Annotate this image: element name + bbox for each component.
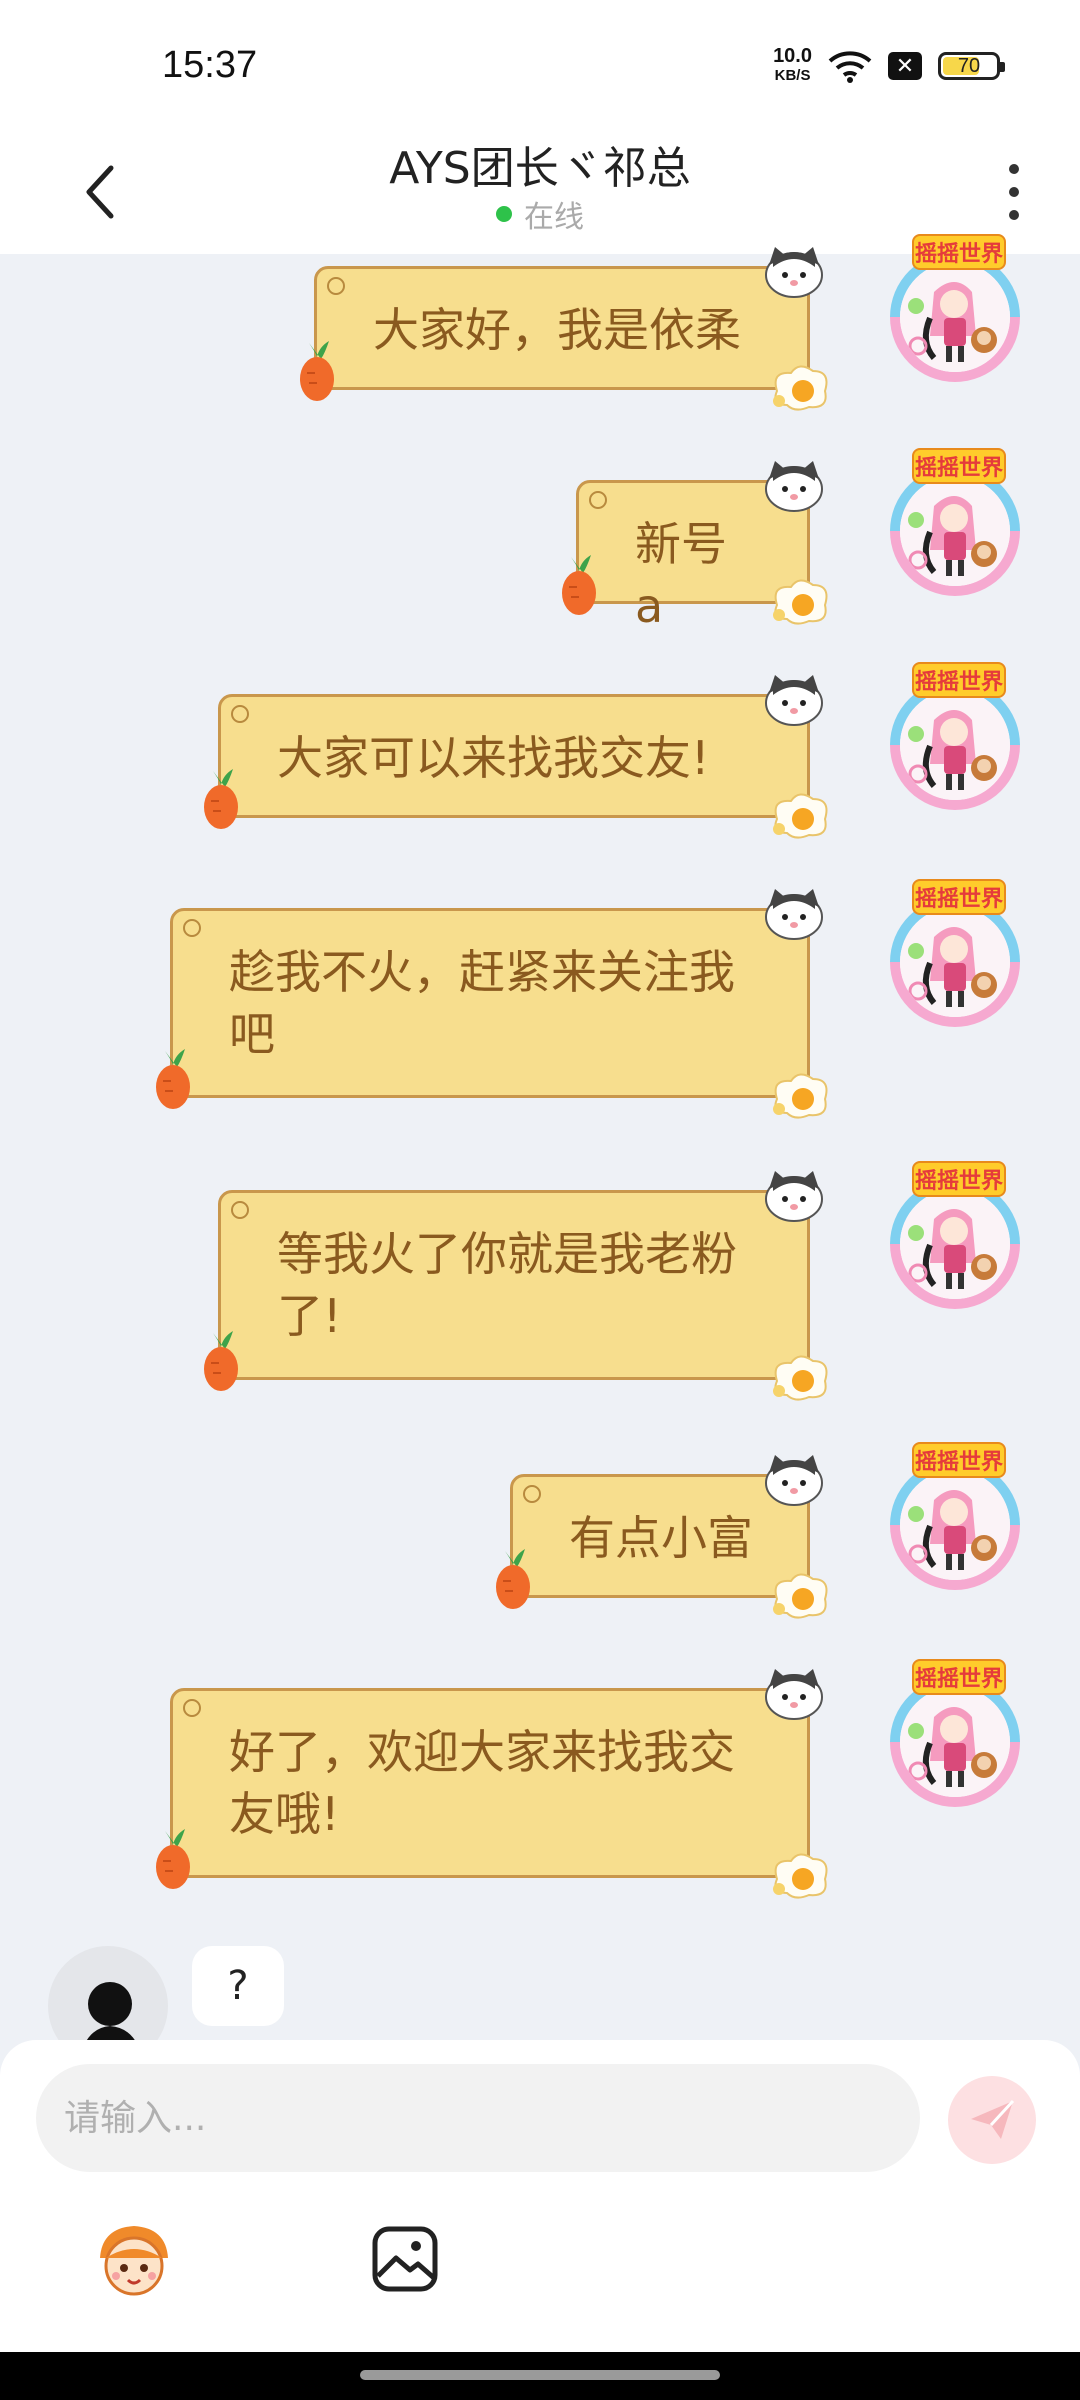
avatar-badge: 摇摇世界 (912, 1161, 1006, 1197)
message-text: 好了，欢迎大家来找我交友哦! (229, 1725, 735, 1841)
cat-sticker-icon (765, 461, 823, 512)
message-bubble[interactable]: 有点小富 (496, 1455, 828, 1619)
avatar-badge: 摇摇世界 (912, 1442, 1006, 1478)
user-avatar[interactable]: 摇摇世界 (890, 234, 1020, 382)
avatar-image (900, 907, 1010, 1017)
egg-sticker-icon (773, 365, 828, 411)
send-button[interactable] (948, 2076, 1036, 2164)
bubble-pin-icon (523, 1485, 541, 1503)
send-icon (971, 2099, 1015, 2139)
bubble-pin-icon (231, 705, 249, 723)
cat-sticker-icon (765, 1171, 823, 1222)
system-nav-bar (0, 2352, 1080, 2400)
battery-icon: 70 (938, 52, 1005, 80)
message-input[interactable] (36, 2064, 920, 2172)
user-avatar[interactable]: 摇摇世界 (890, 1659, 1020, 1807)
egg-sticker-icon (773, 1355, 828, 1401)
message-bubble[interactable]: 大家可以来找我交友! (204, 675, 828, 839)
user-avatar[interactable]: 摇摇世界 (890, 879, 1020, 1027)
message-bubble[interactable]: 好了，欢迎大家来找我交友哦! (156, 1669, 828, 1899)
bubble-pin-icon (327, 277, 345, 295)
network-speed: 10.0 KB/S (773, 46, 812, 86)
egg-sticker-icon (773, 579, 828, 625)
user-avatar[interactable]: 摇摇世界 (890, 662, 1020, 810)
egg-sticker-icon (773, 793, 828, 839)
message-text: 大家可以来找我交友! (277, 731, 710, 785)
status-bar: 15:37 10.0 KB/S ✕ 70 (0, 0, 1080, 130)
anime-girl-avatar-icon (900, 1189, 1010, 1299)
avatar-image (900, 690, 1010, 800)
cat-sticker-icon (765, 1669, 823, 1720)
avatar-image (900, 476, 1010, 586)
anime-girl-avatar-icon (900, 690, 1010, 800)
online-status-label: 在线 (524, 200, 584, 235)
anime-girl-avatar-icon (900, 907, 1010, 1017)
message-bubble[interactable]: 趁我不火，赶紧来关注我吧 (156, 889, 828, 1119)
egg-sticker-icon (773, 1073, 828, 1119)
cat-sticker-icon (765, 247, 823, 298)
wifi-icon (828, 51, 872, 83)
incoming-message[interactable]: ? (192, 1946, 284, 2026)
message-text: 等我火了你就是我老粉了! (277, 1227, 737, 1343)
network-speed-value: 10.0 (773, 45, 812, 67)
online-status: 在线 (0, 192, 1080, 236)
message-bubble[interactable]: 新号a (562, 461, 828, 633)
egg-sticker-icon (773, 1853, 828, 1899)
cat-sticker-icon (765, 889, 823, 940)
anime-girl-avatar-icon (900, 1687, 1010, 1797)
user-avatar[interactable]: 摇摇世界 (890, 1442, 1020, 1590)
avatar-image (900, 1189, 1010, 1299)
message-text: 有点小富 (569, 1511, 753, 1565)
avatar-badge: 摇摇世界 (912, 662, 1006, 698)
bubble-pin-icon (183, 919, 201, 937)
more-options-button[interactable] (994, 152, 1034, 232)
carrot-sticker-icon (156, 1049, 190, 1109)
carrot-sticker-icon (204, 1331, 238, 1391)
status-time: 15:37 (162, 44, 258, 86)
carrot-sticker-icon (496, 1549, 530, 1609)
egg-sticker-icon (773, 1573, 828, 1619)
bubble-pin-icon (183, 1699, 201, 1717)
network-speed-unit: KB/S (774, 67, 811, 84)
carrot-sticker-icon (204, 769, 238, 829)
anime-girl-avatar-icon (900, 476, 1010, 586)
avatar-image (900, 1687, 1010, 1797)
message-text: 趁我不火，赶紧来关注我吧 (229, 945, 735, 1061)
message-bubble[interactable]: 等我火了你就是我老粉了! (204, 1171, 828, 1401)
carrot-sticker-icon (300, 341, 334, 401)
avatar-badge: 摇摇世界 (912, 234, 1006, 270)
message-bubble[interactable]: 大家好，我是依柔 (300, 247, 828, 411)
status-icons: 10.0 KB/S ✕ 70 (773, 44, 1005, 88)
message-text: 新号a (635, 517, 727, 633)
avatar-image (900, 262, 1010, 372)
image-icon (372, 2226, 438, 2292)
carrot-sticker-icon (562, 555, 596, 615)
cat-sticker-icon (765, 675, 823, 726)
avatar-image (900, 1470, 1010, 1580)
avatar-badge: 摇摇世界 (912, 1659, 1006, 1695)
image-button[interactable] (370, 2224, 440, 2294)
home-indicator[interactable] (360, 2370, 720, 2380)
anime-girl-avatar-icon (900, 262, 1010, 372)
message-text: 大家好，我是依柔 (373, 303, 741, 357)
bubble-pin-icon (589, 491, 607, 509)
user-avatar[interactable]: 摇摇世界 (890, 1161, 1020, 1309)
cat-sticker-icon (765, 1455, 823, 1506)
bubble-pin-icon (231, 1201, 249, 1219)
more-vertical-icon (1009, 164, 1019, 174)
composer-panel (0, 2040, 1080, 2352)
emoji-mascot-icon (100, 2226, 168, 2296)
user-avatar[interactable]: 摇摇世界 (890, 448, 1020, 596)
sim-off-icon: ✕ (888, 52, 922, 80)
avatar-badge: 摇摇世界 (912, 879, 1006, 915)
battery-percent: 70 (957, 54, 981, 77)
anime-girl-avatar-icon (900, 1470, 1010, 1580)
emoji-button[interactable] (92, 2218, 176, 2302)
chat-title: AYS团长ヾ祁总 (389, 143, 691, 194)
online-dot-icon (496, 206, 512, 222)
avatar-badge: 摇摇世界 (912, 448, 1006, 484)
carrot-sticker-icon (156, 1829, 190, 1889)
